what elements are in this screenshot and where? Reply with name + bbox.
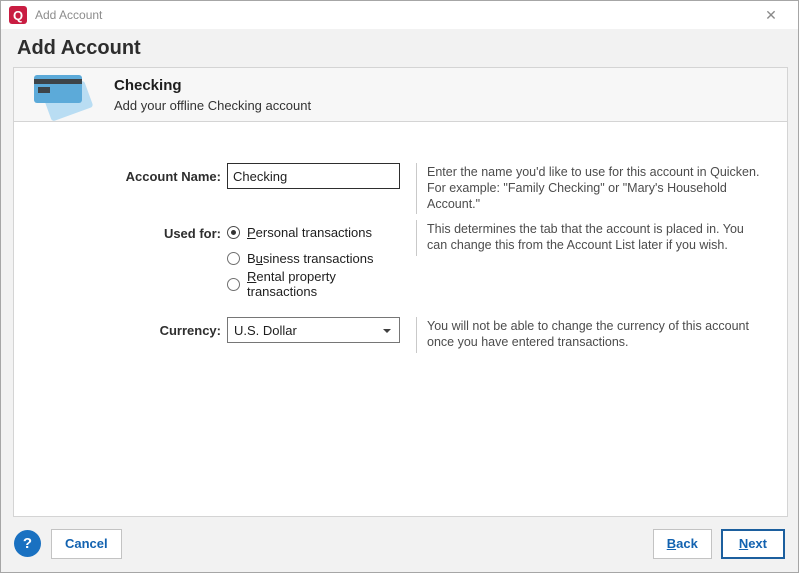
credit-card-icon <box>34 71 98 119</box>
used-for-radio-group: Personal transactions Business transacti… <box>227 220 400 301</box>
quicken-logo-icon: Q <box>9 6 27 24</box>
close-icon[interactable]: ✕ <box>754 1 788 29</box>
account-type-subtitle: Add your offline Checking account <box>114 98 311 113</box>
account-name-help-text: Enter the name you'd like to use for thi… <box>416 163 760 214</box>
account-name-label: Account Name: <box>14 163 221 184</box>
cancel-button[interactable]: Cancel <box>51 529 122 559</box>
radio-option-label: Business transactions <box>247 251 373 266</box>
account-name-input[interactable] <box>227 163 400 189</box>
radio-option-label: Personal transactions <box>247 225 372 240</box>
next-button[interactable]: Next <box>721 529 785 559</box>
add-account-dialog: Q Add Account ✕ Add Account Checking Add… <box>0 0 799 573</box>
radio-unselected-icon <box>227 278 240 291</box>
radio-unselected-icon <box>227 252 240 265</box>
help-button[interactable]: ? <box>14 530 41 557</box>
used-for-row: Used for: Personal transactions Business… <box>14 220 760 301</box>
currency-dropdown[interactable]: U.S. Dollar <box>227 317 400 343</box>
currency-help-text: You will not be able to change the curre… <box>416 317 760 353</box>
currency-row: Currency: U.S. Dollar You will not be ab… <box>14 317 760 353</box>
account-type-title: Checking <box>114 77 311 94</box>
used-for-help-text: This determines the tab that the account… <box>416 220 760 256</box>
radio-option-label: Rental property transactions <box>247 269 400 299</box>
titlebar[interactable]: Q Add Account ✕ <box>1 1 798 29</box>
main-content: Checking Add your offline Checking accou… <box>13 67 788 517</box>
radio-option-rental[interactable]: Rental property transactions <box>227 275 400 293</box>
page-title: Add Account <box>17 37 141 60</box>
currency-label: Currency: <box>14 317 221 338</box>
chevron-down-icon <box>383 329 391 333</box>
radio-option-personal[interactable]: Personal transactions <box>227 223 400 241</box>
currency-selected-value: U.S. Dollar <box>234 323 297 338</box>
footer: ? Cancel Back Next <box>1 515 798 572</box>
back-button[interactable]: Back <box>653 529 712 559</box>
radio-selected-icon <box>227 226 240 239</box>
radio-option-business[interactable]: Business transactions <box>227 249 400 267</box>
form-area: Account Name: Enter the name you'd like … <box>14 123 787 516</box>
page-header: Add Account <box>1 29 798 67</box>
titlebar-title: Add Account <box>35 8 102 22</box>
used-for-label: Used for: <box>14 220 221 241</box>
account-name-row: Account Name: Enter the name you'd like … <box>14 163 760 214</box>
account-type-header: Checking Add your offline Checking accou… <box>14 68 787 122</box>
